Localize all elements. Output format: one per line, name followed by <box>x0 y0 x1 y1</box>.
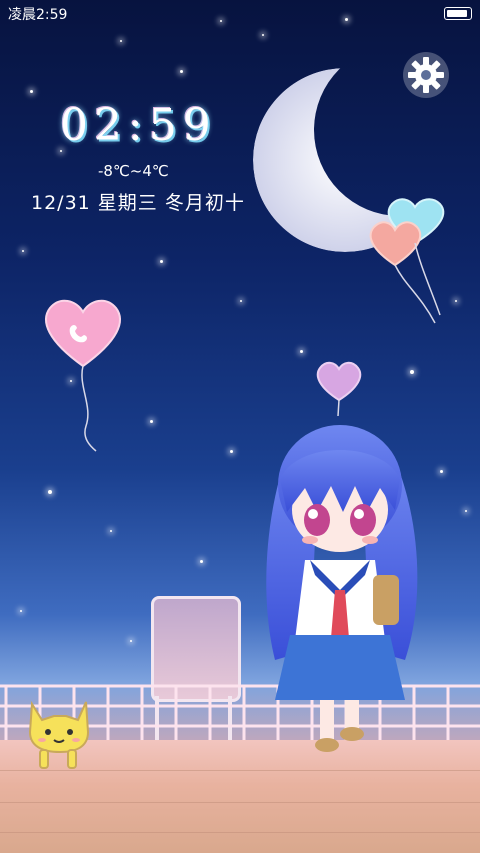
star <box>30 90 33 93</box>
star <box>22 250 24 252</box>
phone-balloon-button[interactable] <box>38 296 128 456</box>
star <box>150 420 153 423</box>
star <box>110 530 112 532</box>
star <box>465 510 467 512</box>
date-line: 12/31 星期三 冬月初十 <box>31 192 245 214</box>
lockscreen-clock: 02:59 <box>60 100 217 151</box>
gear-icon <box>408 57 444 93</box>
cat-illustration <box>28 700 90 769</box>
settings-button[interactable] <box>403 52 449 98</box>
status-bar: 凌晨2:59 <box>0 0 480 28</box>
star <box>130 640 132 642</box>
star <box>240 300 242 302</box>
star <box>230 450 233 453</box>
star <box>300 350 303 353</box>
star <box>440 470 443 473</box>
battery-icon <box>444 7 472 20</box>
star <box>160 260 163 263</box>
status-time: 凌晨2:59 <box>8 7 68 23</box>
heart-balloons <box>369 198 445 324</box>
star <box>120 40 122 42</box>
star <box>20 610 22 612</box>
star <box>200 560 203 563</box>
battery-level <box>447 10 467 17</box>
star <box>48 490 52 494</box>
temperature-range: -8℃~4℃ <box>98 162 169 180</box>
lockscreen: 凌晨2:59 02:59 -8℃~4℃ 12/31 星期三 冬月初十 <box>0 0 480 853</box>
star <box>410 370 414 374</box>
anime-girl-illustration <box>266 425 418 752</box>
star <box>262 34 264 36</box>
star <box>180 70 183 73</box>
